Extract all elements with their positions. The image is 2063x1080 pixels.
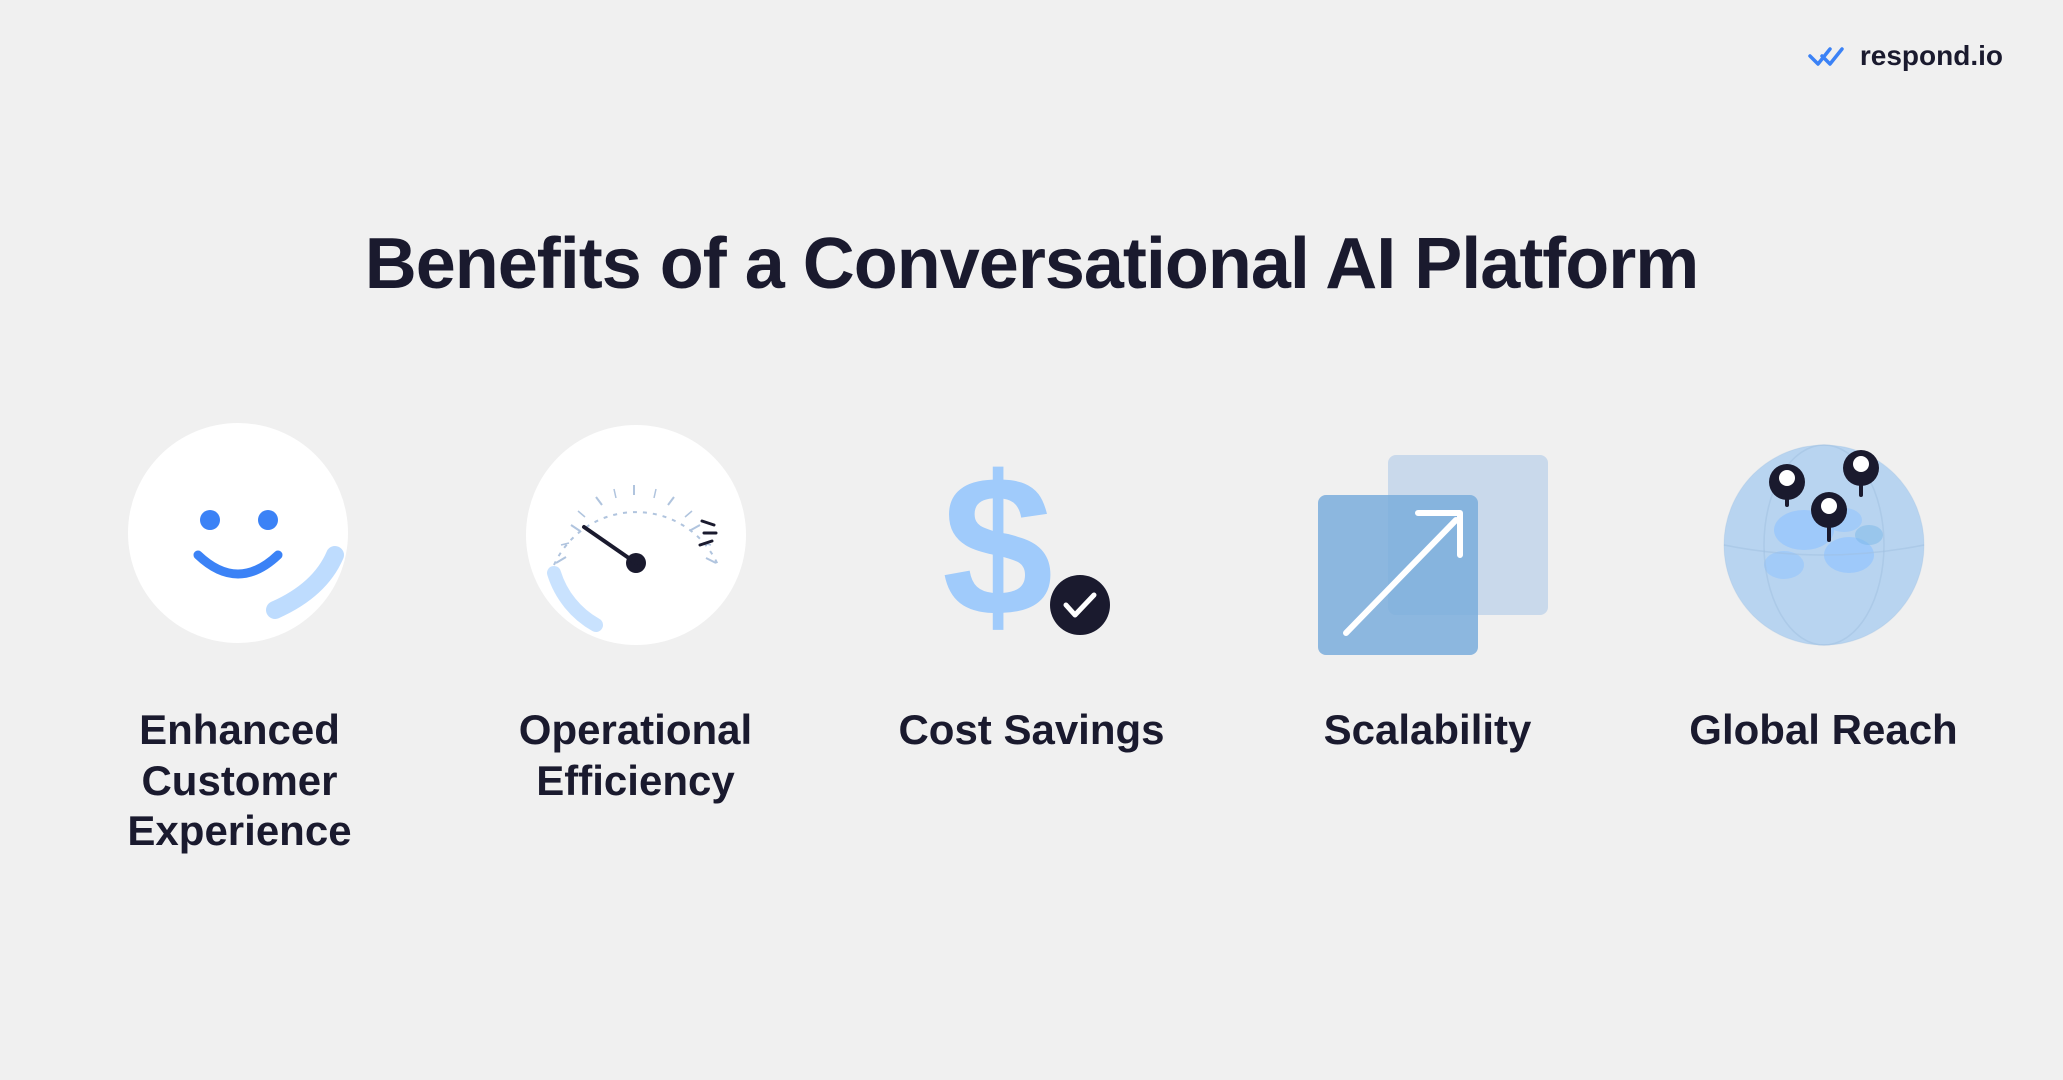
scalability-icon	[1298, 405, 1558, 665]
page-title: Benefits of a Conversational AI Platform	[365, 223, 1699, 305]
logo: respond.io	[1808, 40, 2003, 72]
benefit-scalability: Scalability	[1270, 405, 1586, 755]
operational-efficiency-label: Operational Efficiency	[478, 705, 794, 806]
logo-icon	[1808, 41, 1852, 71]
cost-savings-icon: $	[902, 405, 1162, 665]
logo-text: respond.io	[1860, 40, 2003, 72]
benefits-container: Enhanced Customer Experience	[82, 405, 1982, 856]
cost-savings-label: Cost Savings	[898, 705, 1164, 755]
benefit-global-reach: Global Reach	[1666, 405, 1982, 755]
global-reach-icon	[1694, 405, 1954, 665]
operational-efficiency-icon	[506, 405, 766, 665]
scalability-label: Scalability	[1324, 705, 1532, 755]
benefit-customer-experience: Enhanced Customer Experience	[82, 405, 398, 856]
benefit-operational-efficiency: Operational Efficiency	[478, 405, 794, 806]
global-reach-label: Global Reach	[1689, 705, 1957, 755]
svg-text:$: $	[942, 435, 1053, 658]
customer-experience-icon	[110, 405, 370, 665]
customer-experience-label: Enhanced Customer Experience	[82, 705, 398, 856]
benefit-cost-savings: $ Cost Savings	[874, 405, 1190, 755]
